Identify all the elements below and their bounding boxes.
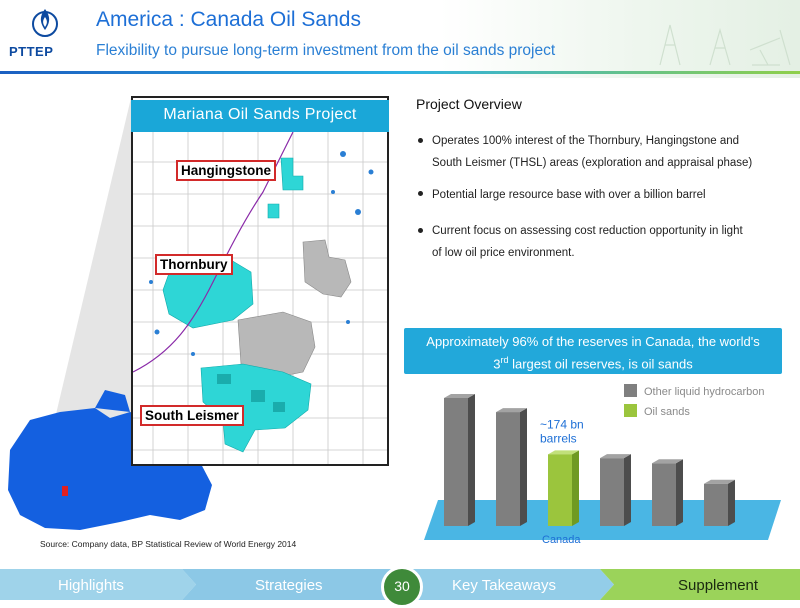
- overview-bullet-3b: of low oil price environment.: [432, 247, 575, 259]
- bar-side: [520, 408, 527, 526]
- bar-other-liquid: [496, 412, 520, 526]
- bar-other-liquid: [600, 458, 624, 526]
- bar-other-liquid: [704, 483, 728, 526]
- reserves-bar-chart: Other liquid hydrocarbon Oil sands ~174 b…: [424, 384, 781, 546]
- label-thornbury: Thornbury: [155, 254, 233, 275]
- bullet-dot: [418, 191, 423, 196]
- callout-rank-suffix: rd: [500, 355, 509, 365]
- legend-swatch: [624, 384, 637, 397]
- reserves-callout-text: Approximately 96% of the reserves in Can…: [404, 333, 782, 373]
- page-title: America : Canada Oil Sands: [96, 8, 361, 31]
- callout-line-1: Approximately 96% of the reserves in Can…: [426, 334, 760, 349]
- bar-side: [676, 459, 683, 526]
- label-hangingstone: Hangingstone: [176, 160, 276, 181]
- label-south-leismer: South Leismer: [140, 405, 244, 426]
- overview-bullet-2: Potential large resource base with over …: [432, 189, 706, 201]
- tab-supplement[interactable]: Supplement: [678, 577, 758, 594]
- bar-side: [728, 479, 735, 526]
- annotation-line: barrels: [540, 431, 577, 445]
- project-location-marker: [62, 486, 68, 496]
- bar-oil-sands: [548, 454, 572, 526]
- bullet-dot: [418, 228, 423, 233]
- chart-annotation: ~174 bnbarrels: [540, 417, 584, 445]
- overview-bullet-3a: Current focus on assessing cost reductio…: [432, 225, 743, 237]
- tab-highlights[interactable]: Highlights: [58, 577, 124, 594]
- pttep-flame-icon: [32, 9, 58, 37]
- chart-legend: Other liquid hydrocarbon Oil sands: [624, 384, 764, 418]
- tab-key-takeaways[interactable]: Key Takeaways: [452, 577, 556, 594]
- bar-side: [624, 454, 631, 526]
- oil-pump-decoration: [659, 24, 791, 66]
- annotation-line: ~174 bn: [540, 417, 584, 431]
- overview-bullet-1a: Operates 100% interest of the Thornbury,…: [432, 135, 740, 147]
- tab-strategies[interactable]: Strategies: [255, 577, 323, 594]
- callout-line-2: 3rd largest oil reserves, is oil sands: [404, 351, 782, 373]
- company-logo: PTTEP: [9, 44, 54, 59]
- overview-bullet-1b: South Leismer (THSL) areas (exploration …: [432, 157, 753, 169]
- header-divider: [0, 71, 800, 74]
- bar-other-liquid: [652, 463, 676, 526]
- bar-other-liquid: [444, 398, 468, 526]
- bullet-dot: [418, 138, 423, 143]
- bar-side: [468, 394, 475, 526]
- callout-line-2-rest: largest oil reserves, is oil sands: [508, 356, 693, 372]
- legend-swatch: [624, 404, 637, 417]
- bar-side: [572, 450, 579, 526]
- overview-heading: Project Overview: [416, 96, 522, 112]
- map-title: Mariana Oil Sands Project: [163, 106, 357, 123]
- hangingstone-parcel: [267, 203, 280, 219]
- page-subtitle: Flexibility to pursue long-term investme…: [96, 42, 556, 59]
- source-note: Source: Company data, BP Statistical Rev…: [40, 539, 297, 549]
- grey-lease-north: [302, 239, 352, 298]
- category-label-canada: Canada: [542, 534, 581, 546]
- hangingstone-area: [280, 157, 304, 191]
- page-number: 30: [394, 578, 410, 594]
- legend-label: Other liquid hydrocarbon: [644, 386, 764, 398]
- legend-label: Oil sands: [644, 406, 690, 418]
